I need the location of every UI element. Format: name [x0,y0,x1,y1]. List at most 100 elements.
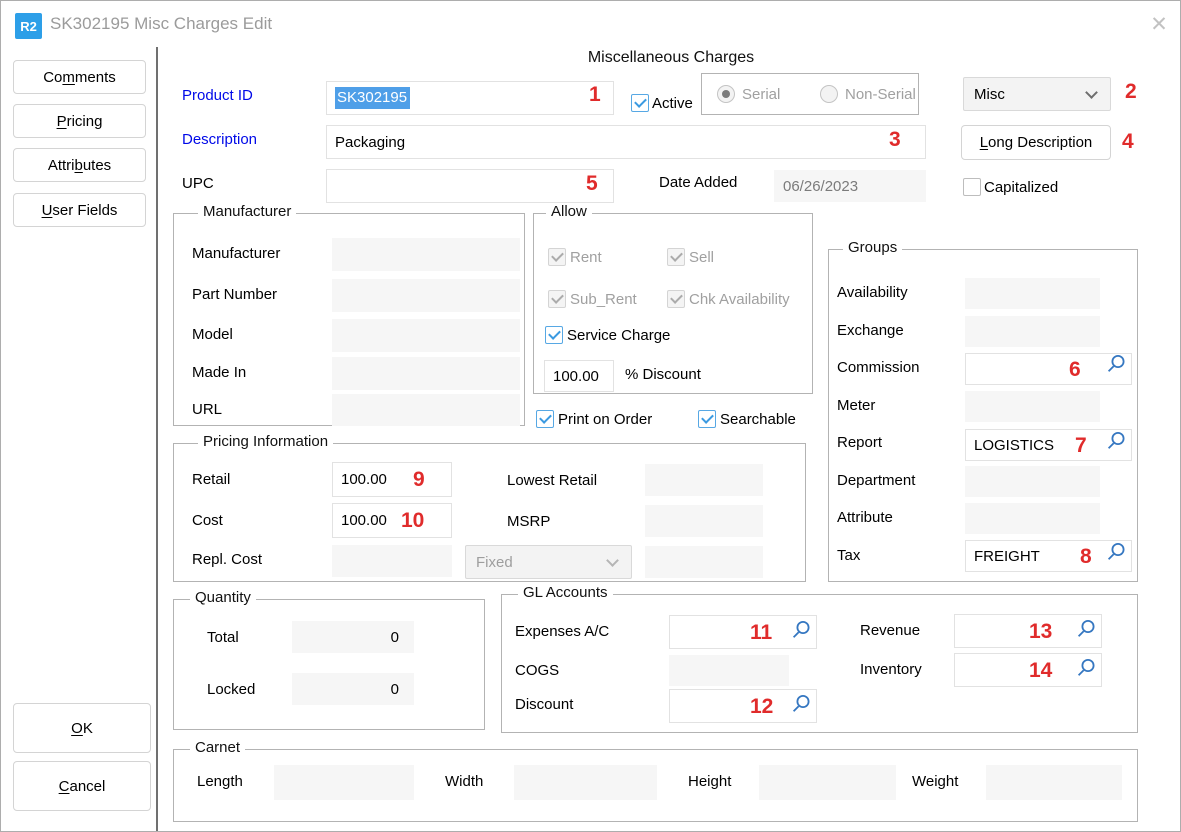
chk-availability-checkbox [667,290,685,308]
manufacturer-label: Manufacturer [192,245,280,262]
height-field [759,765,896,800]
description-input[interactable]: Packaging [326,125,926,159]
searchable-label: Searchable [720,411,796,428]
annotation-5: 5 [586,173,598,194]
repl-cost-field [332,545,452,577]
ok-button[interactable]: OK [13,703,151,753]
discount-search-icon[interactable] [790,693,812,715]
lowest-retail-field [645,464,763,496]
cogs-field [669,655,789,686]
retail-label: Retail [192,471,230,488]
quantity-group: Quantity Total 0 Locked 0 [173,599,485,730]
exchange-field [965,316,1100,347]
discount-percent-input[interactable]: 100.00 [544,360,614,392]
date-added-label: Date Added [659,174,737,191]
print-on-order-label: Print on Order [558,411,652,428]
product-id-input[interactable]: SK302195 [326,81,614,115]
sell-label: Sell [689,249,714,266]
meter-field [965,391,1100,422]
category-dropdown[interactable]: Misc [963,77,1111,111]
url-field [332,394,520,426]
tax-label: Tax [837,547,860,564]
expenses-search-icon[interactable] [790,619,812,641]
non-serial-label: Non-Serial [845,86,916,103]
gl-accounts-legend: GL Accounts [518,584,613,601]
attributes-button[interactable]: Attributes [13,148,146,182]
description-label: Description [182,131,257,148]
pricing-information-group: Pricing Information Retail 100.00 Cost 1… [173,443,806,582]
active-label: Active [652,95,693,112]
meter-label: Meter [837,397,875,414]
serial-radio [717,85,735,103]
sell-checkbox [667,248,685,266]
chevron-down-icon [606,554,619,567]
cogs-label: COGS [515,662,559,679]
chevron-down-icon [1085,86,1098,99]
made-in-label: Made In [192,364,246,381]
chk-availability-label: Chk Availability [689,291,790,308]
window-title: SK302195 Misc Charges Edit [50,14,272,34]
annotation-4: 4 [1122,131,1134,152]
discount-percent-label: % Discount [625,366,701,383]
annotation-8: 8 [1080,546,1092,567]
upc-input[interactable] [326,169,614,203]
availability-field [965,278,1100,309]
annotation-2: 2 [1125,81,1137,102]
tax-search-icon[interactable] [1105,541,1127,563]
print-on-order-checkbox[interactable] [536,410,554,428]
revenue-search-icon[interactable] [1075,618,1097,640]
searchable-checkbox[interactable] [698,410,716,428]
locked-value: 0 [391,681,399,698]
sub-rent-label: Sub_Rent [570,291,637,308]
comments-button-label: Co [43,69,62,86]
active-checkbox[interactable] [631,94,649,112]
carnet-legend: Carnet [190,739,245,756]
capitalized-label: Capitalized [984,179,1058,196]
annotation-13: 13 [1029,621,1052,642]
allow-legend: Allow [546,203,592,220]
discount-percent-value: 100.00 [553,368,599,385]
carnet-group: Carnet Length Width Height Weight [173,749,1138,822]
annotation-3: 3 [889,129,901,150]
serial-label: Serial [742,86,780,103]
non-serial-radio [820,85,838,103]
pricing-type-dropdown: Fixed [465,545,632,579]
lowest-retail-label: Lowest Retail [507,472,597,489]
manufacturer-field [332,238,520,271]
cost-input[interactable]: 100.00 [332,503,452,538]
locked-label: Locked [207,681,255,698]
retail-input[interactable]: 100.00 [332,462,452,497]
pricing-information-legend: Pricing Information [198,433,333,450]
url-label: URL [192,401,222,418]
sidebar-divider [156,47,158,832]
locked-field: 0 [292,673,414,705]
commission-label: Commission [837,359,920,376]
comments-button[interactable]: Comments [13,60,146,94]
height-label: Height [688,773,731,790]
annotation-9: 9 [413,469,425,490]
dialog-heading: Miscellaneous Charges [501,49,841,67]
close-icon[interactable]: ✕ [1144,9,1174,39]
weight-field [986,765,1122,800]
allow-group: Allow Rent Sell Sub_Rent Chk Availabilit… [533,213,813,394]
weight-label: Weight [912,773,958,790]
tax-value: FREIGHT [974,548,1040,565]
width-label: Width [445,773,483,790]
cost-value: 100.00 [341,512,387,529]
discount-label: Discount [515,696,573,713]
model-label: Model [192,326,233,343]
quantity-legend: Quantity [190,589,256,606]
width-field [514,765,657,800]
inventory-search-icon[interactable] [1075,657,1097,679]
rent-label: Rent [570,249,602,266]
report-search-icon[interactable] [1105,430,1127,452]
user-fields-button[interactable]: User Fields [13,193,146,227]
expenses-ac-label: Expenses A/C [515,623,609,640]
description-value: Packaging [335,134,405,151]
service-charge-checkbox[interactable] [545,326,563,344]
capitalized-checkbox[interactable] [963,178,981,196]
cancel-button[interactable]: Cancel [13,761,151,811]
pricing-button[interactable]: Pricing [13,104,146,138]
long-description-button[interactable]: Long Description [961,125,1111,160]
commission-search-icon[interactable] [1105,353,1127,375]
